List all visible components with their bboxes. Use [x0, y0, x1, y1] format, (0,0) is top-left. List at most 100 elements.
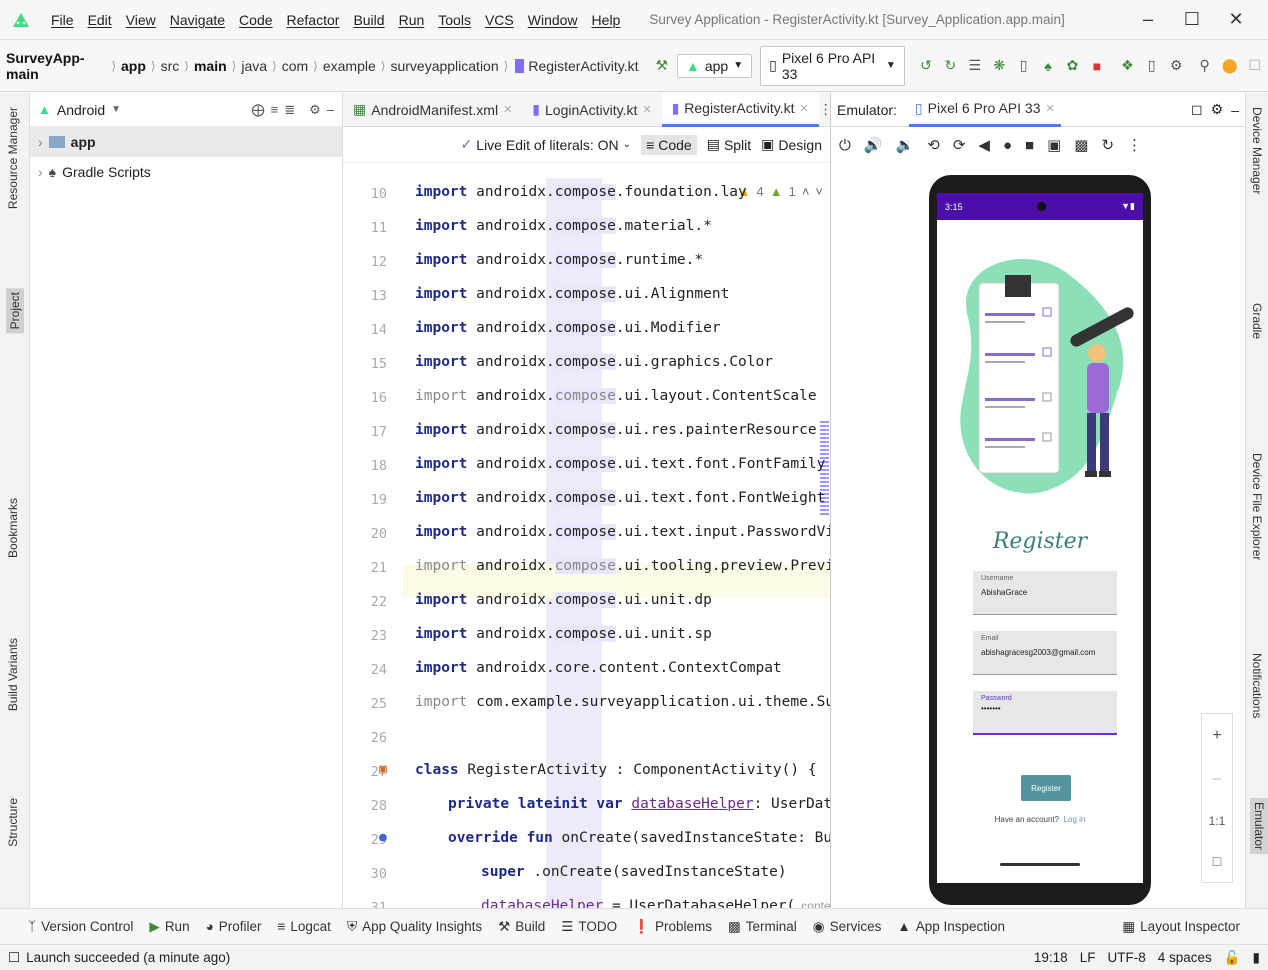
maximize-icon[interactable]: ☐	[1170, 9, 1214, 30]
device-manager-icon[interactable]: ▯	[1145, 57, 1159, 74]
hammer-icon[interactable]: ⚒	[655, 57, 669, 74]
hide-panel-icon[interactable]: –	[1231, 102, 1239, 118]
rotate-left-icon[interactable]: ⟲	[927, 136, 940, 154]
overrides-gutter-icon[interactable]: ●	[379, 830, 387, 845]
code-line[interactable]: super .onCreate(savedInstanceState)	[481, 864, 787, 880]
breadcrumb-java[interactable]: java	[241, 58, 267, 74]
zoom-actual-size-button[interactable]: 1:1	[1209, 814, 1226, 828]
inspection-widget[interactable]: ▲ 4 ▲ 1 ˄ ˅	[737, 184, 823, 199]
login-link[interactable]: Log in	[1064, 815, 1086, 824]
tab-androidmanifest[interactable]: ▦ AndroidManifest.xml ✕	[343, 93, 522, 127]
menu-help[interactable]: Help	[585, 12, 628, 28]
gear-icon[interactable]: ⚙	[309, 102, 321, 118]
code-line[interactable]: import androidx.compose.ui.text.font.Fon…	[415, 456, 825, 472]
rotate-right-icon[interactable]: ⟳	[953, 136, 966, 154]
gradle-tab[interactable]: Gradle	[1250, 303, 1264, 339]
tab-emulator-device[interactable]: ▯ Pixel 6 Pro API 33 ✕	[908, 92, 1061, 127]
code-view-button[interactable]: ≡ Code	[641, 134, 697, 155]
locate-file-icon[interactable]: ⨁	[252, 102, 265, 118]
attach-debugger-icon[interactable]: ♠	[1041, 58, 1055, 74]
device-screen[interactable]: 3:15 ▼▮ Register Username AbishaGrace Em…	[937, 193, 1143, 883]
design-view-button[interactable]: ▣ Design	[761, 136, 822, 153]
layout-inspector-tab[interactable]: ▦ Layout Inspector	[1122, 919, 1240, 935]
override-gutter-icon[interactable]: ▣	[379, 762, 387, 777]
email-field[interactable]: Email abishagracesg2003@gmail.com	[973, 631, 1117, 675]
search-icon[interactable]: ⚲	[1197, 57, 1211, 74]
menu-refactor[interactable]: Refactor	[280, 12, 347, 28]
split-view-button[interactable]: ▤ Split	[707, 136, 751, 153]
breadcrumb-app[interactable]: app	[121, 58, 146, 74]
apply-changes-icon[interactable]: ↺	[919, 57, 933, 74]
stop-icon[interactable]: ■	[1090, 58, 1104, 74]
terminal-tab[interactable]: ▩ Terminal	[728, 919, 797, 935]
breadcrumb-main[interactable]: main	[194, 58, 227, 74]
line-separator[interactable]: LF	[1080, 950, 1096, 965]
caret-position[interactable]: 19:18	[1034, 950, 1068, 965]
file-encoding[interactable]: UTF-8	[1107, 950, 1145, 965]
tab-registeractivity[interactable]: ▮ RegisterActivity.kt ✕	[661, 93, 819, 127]
emulator-tab[interactable]: Emulator	[1250, 798, 1268, 855]
breadcrumb-project[interactable]: SurveyApp-main	[6, 50, 106, 82]
close-icon[interactable]: ✕	[1045, 102, 1054, 115]
indent-setting[interactable]: 4 spaces	[1158, 950, 1212, 965]
profiler-tab[interactable]: ◕ Profiler	[206, 919, 262, 934]
build-tab[interactable]: ⚒ Build	[498, 919, 545, 935]
hide-panel-icon[interactable]: –	[327, 102, 334, 117]
status-message[interactable]: Launch succeeded (a minute ago)	[26, 950, 230, 965]
code-line[interactable]: import androidx.compose.ui.Alignment	[415, 286, 729, 302]
code-line[interactable]: import androidx.compose.ui.graphics.Colo…	[415, 354, 773, 370]
close-icon[interactable]: ✕	[642, 103, 651, 116]
code-line[interactable]: override fun onCreate(savedInstanceState…	[448, 830, 830, 846]
tree-item-gradle-scripts[interactable]: › ♠ Gradle Scripts	[30, 157, 342, 187]
more-icon[interactable]: ⋮	[1127, 136, 1142, 154]
code-area[interactable]: ▲ 4 ▲ 1 ˄ ˅ 10 import androidx.compose.foun…	[343, 178, 830, 908]
menu-file[interactable]: File	[44, 12, 81, 28]
register-button[interactable]: Register	[1021, 775, 1071, 801]
menu-navigate[interactable]: Navigate	[163, 12, 232, 28]
username-field[interactable]: Username AbishaGrace	[973, 571, 1117, 615]
code-line[interactable]: import com.example.surveyapplication.ui.…	[415, 694, 830, 710]
gesture-bar[interactable]	[1000, 863, 1080, 866]
volume-up-icon[interactable]: 🔊	[864, 136, 883, 154]
menu-code[interactable]: Code	[232, 12, 279, 28]
code-line[interactable]: import androidx.compose.material.*	[415, 218, 712, 234]
tab-loginactivity[interactable]: ▮ LoginActivity.kt ✕	[522, 93, 661, 127]
rerun-icon[interactable]: ☰	[968, 57, 982, 74]
code-line[interactable]: import androidx.compose.ui.unit.sp	[415, 626, 712, 642]
menu-window[interactable]: Window	[521, 12, 585, 28]
expand-all-icon[interactable]: ≡	[271, 102, 279, 117]
menu-vcs[interactable]: VCS	[478, 12, 521, 28]
record-icon[interactable]: ▩	[1074, 136, 1088, 154]
breadcrumb-file[interactable]: RegisterActivity.kt	[528, 58, 638, 74]
gear-icon[interactable]: ⚙	[1211, 101, 1224, 118]
lock-icon[interactable]: 🔓	[1224, 950, 1241, 966]
menu-run[interactable]: Run	[392, 12, 432, 28]
app-quality-insights-tab[interactable]: ⛨ App Quality Insights	[347, 919, 482, 935]
breadcrumb-package[interactable]: surveyapplication	[390, 58, 498, 74]
run-tab[interactable]: ▶ Run	[149, 919, 189, 935]
tree-item-app[interactable]: › app	[30, 127, 342, 157]
update-icon[interactable]: ⬤	[1222, 57, 1238, 74]
menu-build[interactable]: Build	[346, 12, 391, 28]
zoom-in-button[interactable]: +	[1212, 727, 1221, 745]
code-line[interactable]: import androidx.compose.runtime.*	[415, 252, 703, 268]
code-line[interactable]: import androidx.compose.ui.tooling.previ…	[415, 558, 830, 574]
version-control-tab[interactable]: ᛉ Version Control	[28, 919, 133, 934]
debug-icon[interactable]: ❋	[992, 57, 1006, 74]
app-inspection-tab[interactable]: ▲ App Inspection	[897, 919, 1005, 934]
menu-edit[interactable]: Edit	[81, 12, 119, 28]
logcat-tab[interactable]: ≡ Logcat	[278, 919, 331, 934]
breadcrumb-src[interactable]: src	[161, 58, 180, 74]
code-line[interactable]: import androidx.compose.ui.res.painterRe…	[415, 422, 817, 438]
menu-view[interactable]: View	[119, 12, 163, 28]
project-view-selector[interactable]: Android	[57, 102, 105, 118]
code-line[interactable]: import androidx.compose.ui.unit.dp	[415, 592, 712, 608]
todo-tab[interactable]: ☰ TODO	[561, 919, 617, 935]
run-config-combo[interactable]: ▲ app ▼	[676, 53, 753, 78]
assistant-icon[interactable]: ☐	[1248, 57, 1262, 74]
coverage-icon[interactable]: ✿	[1065, 57, 1079, 74]
memory-icon[interactable]: ▮	[1253, 950, 1260, 966]
live-edit-toggle[interactable]: ✓ Live Edit of literals: ON ⌄	[461, 136, 632, 153]
project-tab[interactable]: Project	[6, 288, 24, 334]
resource-manager-tab[interactable]: Resource Manager	[6, 107, 20, 209]
